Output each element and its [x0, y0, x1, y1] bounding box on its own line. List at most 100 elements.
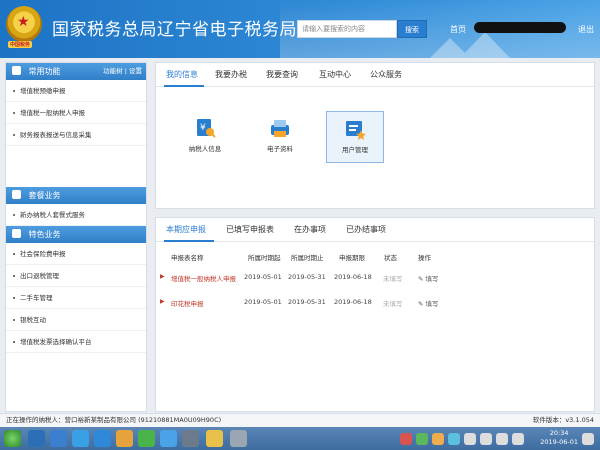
clock-date: 2019-06-01: [540, 438, 578, 446]
site-title: 国家税务总局辽宁省电子税务局: [52, 20, 297, 40]
sky-app-icon[interactable]: [160, 430, 177, 447]
bottom-tab-bar: 本期应申报 已填写申报表 在办事项 已办结事项: [156, 218, 594, 242]
sidebar-item-export-refund[interactable]: 出口退税管理: [6, 265, 146, 287]
sidebar-item-financial-report[interactable]: 财务报表报送与信息采集: [6, 124, 146, 146]
table-row: ▶ 增值税一般纳税人申报 2019-05-01 2019-05-31 2019-…: [156, 267, 594, 287]
declaration-name-link[interactable]: 增值税一般纳税人申报: [171, 273, 236, 283]
tab-current-declare[interactable]: 本期应申报: [166, 224, 206, 235]
folder-icon[interactable]: [116, 430, 133, 447]
notification-icon[interactable]: [582, 433, 594, 445]
sidebar-item-vat-prepay[interactable]: 增值税预缴申报: [6, 80, 146, 102]
my-info-panel: 我的信息 我要办税 我要查询 互动中心 公众服务 ¥ 纳税人信息 电子资料 用户…: [155, 62, 595, 209]
start-button-icon[interactable]: [4, 430, 21, 447]
declaration-name-link[interactable]: 印花税申报: [171, 298, 204, 308]
tray-icon[interactable]: [416, 433, 428, 445]
tab-in-progress[interactable]: 在办事项: [294, 224, 326, 235]
national-emblem-logo: ★: [6, 6, 42, 42]
deadline: 2019-06-18: [334, 298, 372, 306]
edit-icon: ✎: [418, 275, 424, 283]
sidebar-item-invoice-confirm[interactable]: 增值税发票选择确认平台: [6, 331, 146, 353]
tab-filled-forms[interactable]: 已填写申报表: [226, 224, 274, 235]
tab-public-service[interactable]: 公众服务: [370, 69, 402, 80]
header-bar: ★ 中国税务 国家税务总局辽宁省电子税务局 请输入要搜索的内容 搜索 首页 退出: [0, 0, 600, 58]
fill-button[interactable]: ✎ 填写: [418, 298, 439, 308]
table-row: ▶ 印花税申报 2019-05-01 2019-05-31 2019-06-18…: [156, 292, 594, 312]
redacted-username: [474, 22, 566, 33]
tray-icon[interactable]: [400, 433, 412, 445]
common-functions-header: 常用功能 功能树 | 设置: [6, 63, 146, 80]
col-header-end: 所属时期止: [291, 254, 324, 262]
home-link[interactable]: 首页: [450, 24, 466, 35]
status-text: 未填写: [383, 300, 403, 308]
active-tab-indicator: [164, 85, 204, 87]
tab-completed[interactable]: 已办结事项: [346, 224, 386, 235]
period-start: 2019-05-01: [244, 273, 282, 281]
electronic-docs-icon: [269, 117, 291, 139]
common-functions-title: 常用功能: [28, 67, 61, 76]
fill-button[interactable]: ✎ 填写: [418, 273, 439, 283]
period-end: 2019-05-31: [288, 298, 326, 306]
deadline: 2019-06-18: [334, 273, 372, 281]
tab-interaction[interactable]: 互动中心: [319, 69, 351, 80]
expand-caret-icon[interactable]: ▶: [160, 273, 165, 280]
tray-icon[interactable]: [432, 433, 444, 445]
logout-link[interactable]: 退出: [578, 24, 594, 35]
sidebar-item-new-taxpayer-package[interactable]: 新办纳税人套餐式服务: [6, 204, 146, 226]
sidebar-item-used-car[interactable]: 二手车管理: [6, 287, 146, 309]
sidebar-item-social-insurance[interactable]: 社会保险费申报: [6, 243, 146, 265]
ie-icon[interactable]: [28, 430, 45, 447]
shield-app-icon[interactable]: [94, 430, 111, 447]
app-taxpayer-info[interactable]: ¥ 纳税人信息: [176, 111, 234, 163]
edge-icon[interactable]: [50, 430, 67, 447]
tray-icon[interactable]: [448, 433, 460, 445]
active-tab-indicator: [164, 240, 214, 242]
function-tree-link[interactable]: 功能树: [103, 67, 123, 75]
software-version: 软件版本：v3.1.054: [532, 416, 594, 424]
app-user-management[interactable]: 用户管理: [326, 111, 384, 163]
common-functions-icon: [12, 66, 21, 75]
sidebar-item-vat-general[interactable]: 增值税一般纳税人申报: [6, 102, 146, 124]
period-start: 2019-05-01: [244, 298, 282, 306]
taxpayer-info-icon: ¥: [194, 117, 216, 139]
tab-do-tax[interactable]: 我要办税: [215, 69, 247, 80]
cloud-app-icon[interactable]: [72, 430, 89, 447]
tray-icon[interactable]: [464, 433, 476, 445]
special-business-header: 特色业务: [6, 226, 146, 243]
svg-text:¥: ¥: [200, 123, 206, 133]
package-business-title: 套餐业务: [28, 191, 61, 200]
current-taxpayer: 正在操作的纳税人：营口裕新某制品有限公司 (91210881MA0U09H90C…: [6, 416, 222, 424]
special-business-icon: [12, 229, 21, 238]
col-header-name: 申报表名称: [171, 254, 204, 262]
col-header-action: 操作: [418, 254, 431, 262]
tray-icon[interactable]: [480, 433, 492, 445]
fill-label: 填写: [425, 275, 439, 283]
app-label: 纳税人信息: [188, 145, 222, 153]
clock-time: 20:34: [549, 429, 569, 437]
windows-taskbar: 20:34 2019-06-01: [0, 427, 600, 450]
tray-icon[interactable]: [496, 433, 508, 445]
tab-my-info[interactable]: 我的信息: [166, 69, 198, 80]
top-tab-bar: 我的信息 我要办税 我要查询 互动中心 公众服务: [156, 63, 594, 87]
expand-caret-icon[interactable]: ▶: [160, 298, 165, 305]
sidebar-item-bank-tax[interactable]: 银税互动: [6, 309, 146, 331]
settings-link[interactable]: 设置: [129, 67, 142, 75]
window-app-icon[interactable]: [182, 430, 199, 447]
tab-query[interactable]: 我要查询: [266, 69, 298, 80]
user-management-icon: [344, 118, 366, 140]
search-input[interactable]: 请输入要搜索的内容: [297, 20, 397, 38]
status-text: 未填写: [383, 275, 403, 283]
emblem-label: 中国税务: [8, 41, 33, 48]
green-app-icon[interactable]: [138, 430, 155, 447]
fill-label: 填写: [425, 300, 439, 308]
sidebar: 常用功能 功能树 | 设置 增值税预缴申报 增值税一般纳税人申报 财务报表报送与…: [5, 62, 147, 412]
desktop-app-icon[interactable]: [230, 430, 247, 447]
app-electronic-docs[interactable]: 电子资料: [251, 111, 309, 163]
search-button[interactable]: 搜索: [397, 20, 427, 38]
link-separator: |: [124, 67, 127, 75]
tray-icon[interactable]: [512, 433, 524, 445]
col-header-start: 所属时期起: [248, 254, 281, 262]
system-clock[interactable]: 20:34 2019-06-01: [540, 429, 578, 447]
tax-app-icon[interactable]: [206, 430, 223, 447]
edit-icon: ✎: [418, 300, 424, 308]
